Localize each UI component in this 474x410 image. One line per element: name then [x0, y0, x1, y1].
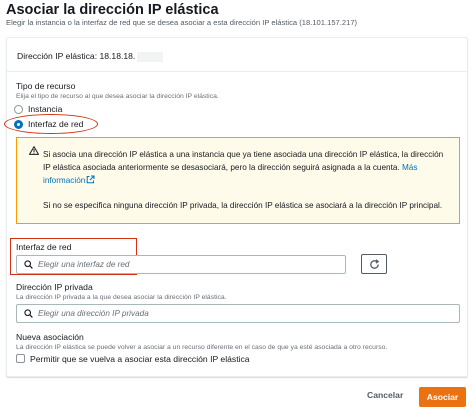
search-icon: [24, 260, 33, 269]
redacted-ip-mask: [137, 51, 164, 62]
warning-alert: Si asocia una dirección IP elástica a un…: [16, 137, 460, 224]
reassociation-checkbox-label[interactable]: Permitir que se vuelva a asociar esta di…: [30, 354, 250, 364]
refresh-icon: [369, 258, 379, 269]
page-description: Elegir la instancia o la interfaz de red…: [6, 18, 358, 27]
alert-paragraph-2: Si no se especifica ninguna dirección IP…: [43, 201, 443, 210]
network-interface-select[interactable]: Elegir una interfaz de red: [16, 255, 346, 274]
resource-type-description: Elija el tipo de recurso al que desea as…: [16, 93, 219, 100]
elastic-ip-label: Dirección IP elástica: 18.18.18.: [17, 51, 164, 62]
highlight-ellipse: [4, 114, 98, 134]
warning-icon: [29, 146, 39, 155]
associate-button[interactable]: Asociar: [419, 387, 466, 407]
private-ip-placeholder: Elegir una dirección IP privada: [38, 309, 149, 318]
reassociation-checkbox[interactable]: [16, 354, 25, 363]
reassociation-label: Nueva asociación: [16, 332, 84, 342]
external-link-icon: [87, 175, 95, 184]
cancel-button[interactable]: Cancelar: [367, 390, 403, 400]
radio-instance[interactable]: Instancia: [14, 104, 62, 114]
network-interface-placeholder: Elegir una interfaz de red: [38, 260, 130, 269]
private-ip-label: Dirección IP privada: [16, 282, 93, 292]
search-icon: [24, 309, 33, 318]
network-interface-label: Interfaz de red: [16, 242, 72, 252]
refresh-button[interactable]: [361, 254, 387, 274]
panel-header: Dirección IP elástica: 18.18.18.: [7, 38, 467, 72]
radio-label-instance: Instancia: [28, 104, 63, 114]
page-title: Asociar la dirección IP elástica: [6, 2, 219, 18]
reassociation-description: La dirección IP elástica se puede volver…: [16, 344, 388, 351]
private-ip-description: La dirección IP privada a la que desea a…: [16, 294, 227, 301]
alert-paragraph-1: Si asocia una dirección IP elástica a un…: [43, 150, 444, 185]
resource-type-label: Tipo de recurso: [16, 81, 76, 91]
private-ip-select[interactable]: Elegir una dirección IP privada: [16, 304, 460, 323]
radio-button-instance[interactable]: [14, 104, 23, 114]
